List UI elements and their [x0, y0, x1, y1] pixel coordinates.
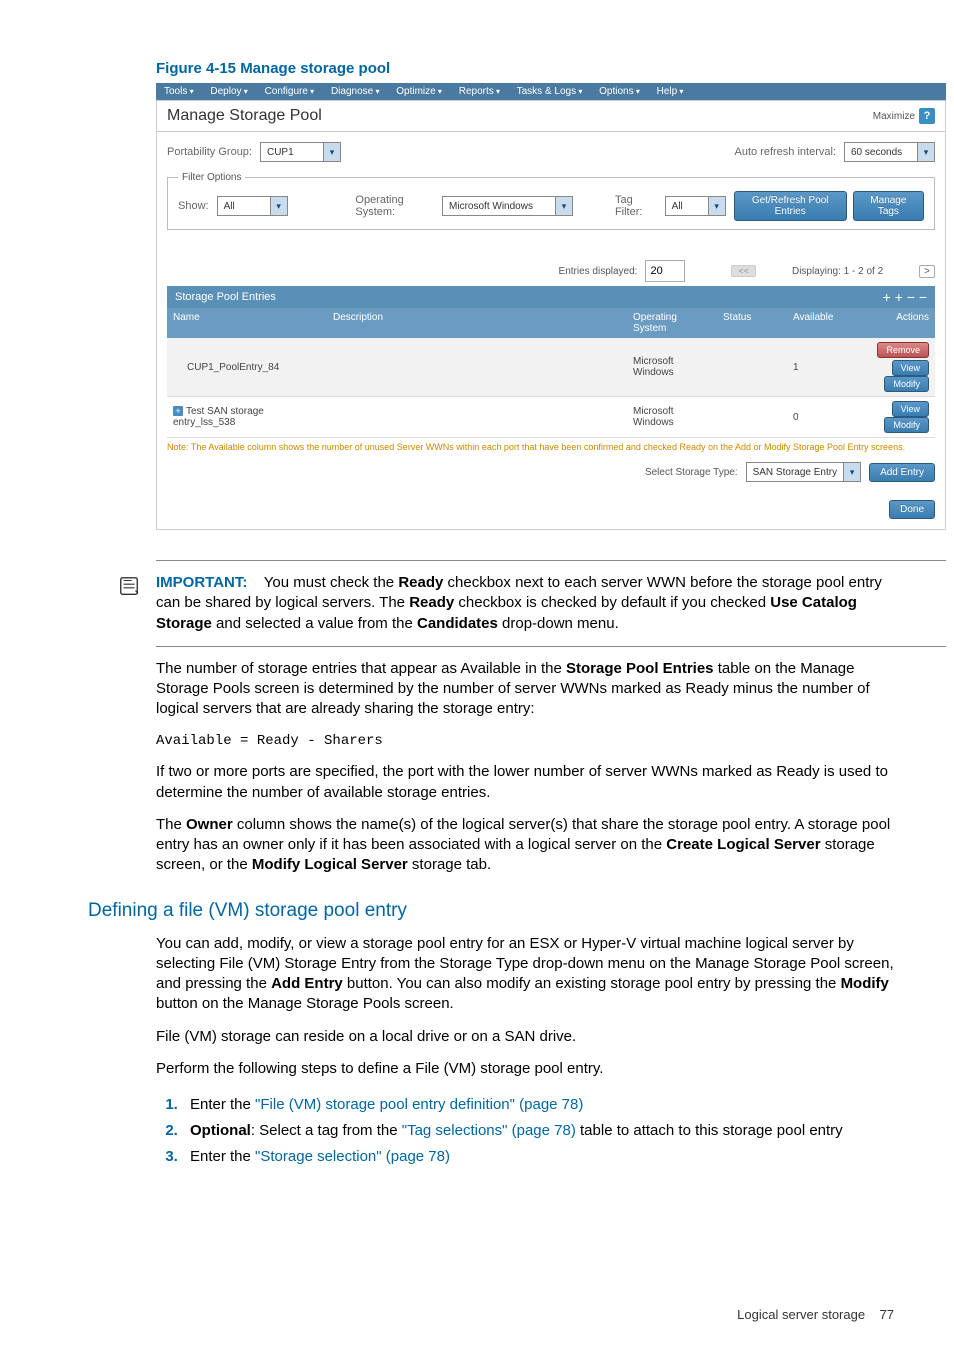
row-available: 1 [787, 358, 847, 377]
list-item: Enter the "File (VM) storage pool entry … [182, 1094, 924, 1116]
add-entry-button[interactable]: Add Entry [869, 463, 935, 482]
important-text: checkbox is checked by default if you ch… [454, 594, 770, 611]
menu-tools[interactable]: Tools [164, 86, 194, 97]
menu-help[interactable]: Help [657, 86, 684, 97]
nav-prev-disabled: << [731, 265, 756, 277]
menu-configure[interactable]: Configure [265, 86, 315, 97]
displaying-text: Displaying: 1 - 2 of 2 [792, 266, 883, 277]
modify-button[interactable]: Modify [884, 417, 929, 433]
cross-ref-link[interactable]: "Storage selection" (page 78) [255, 1148, 450, 1165]
figure-caption: Figure 4-15 Manage storage pool [156, 60, 924, 77]
divider [156, 560, 946, 561]
entries-displayed-label: Entries displayed: [559, 266, 638, 277]
view-button[interactable]: View [892, 401, 929, 417]
list-item: Optional: Select a tag from the "Tag sel… [182, 1120, 924, 1142]
chevron-down-icon: ▾ [843, 463, 860, 481]
note-text: Note: The Available column shows the num… [167, 442, 935, 452]
col-status: Status [717, 308, 787, 338]
grid-header: Name Description Operating System Status… [167, 308, 935, 338]
menu-tasks-logs[interactable]: Tasks & Logs [517, 86, 583, 97]
paragraph: If two or more ports are specified, the … [156, 762, 904, 803]
col-actions: Actions [847, 308, 935, 338]
portability-group-select[interactable]: CUP1 ▾ [260, 142, 341, 162]
tag-filter-label: Tag Filter: [615, 194, 657, 218]
remove-button[interactable]: Remove [877, 342, 929, 358]
nav-next[interactable]: > [919, 265, 935, 278]
entries-displayed-input[interactable] [645, 260, 685, 282]
important-text: You must check the [264, 574, 399, 591]
page-footer: Logical server storage 77 [30, 1307, 924, 1322]
cross-ref-link[interactable]: "Tag selections" (page 78) [402, 1122, 576, 1139]
paragraph: Perform the following steps to define a … [156, 1059, 904, 1079]
os-label: Operating System: [355, 194, 434, 218]
get-refresh-button[interactable]: Get/Refresh Pool Entries [734, 191, 847, 221]
tag-filter-select[interactable]: All ▾ [665, 196, 726, 216]
chevron-down-icon: ▾ [323, 143, 340, 161]
page-title: Manage Storage Pool [167, 107, 322, 125]
refresh-interval-label: Auto refresh interval: [735, 146, 837, 158]
paragraph: The number of storage entries that appea… [156, 659, 904, 720]
show-select[interactable]: All ▾ [217, 196, 288, 216]
filter-options-fieldset: Filter Options Show: All ▾ Operating Sys… [167, 172, 935, 230]
chevron-down-icon: ▾ [270, 197, 287, 215]
chevron-down-icon: ▾ [708, 197, 725, 215]
menu-deploy[interactable]: Deploy [210, 86, 247, 97]
storage-type-label: Select Storage Type: [645, 467, 738, 478]
chevron-down-icon: ▾ [917, 143, 934, 161]
important-text: and selected a value from the [212, 615, 417, 632]
row-name: CUP1_PoolEntry_84 [167, 358, 327, 377]
divider [156, 646, 946, 647]
important-text: Candidates [417, 615, 498, 632]
table-row: CUP1_PoolEntry_84 Microsoft Windows 1 Re… [167, 338, 935, 397]
menu-reports[interactable]: Reports [459, 86, 500, 97]
paragraph: The Owner column shows the name(s) of th… [156, 815, 904, 876]
cross-ref-link[interactable]: "File (VM) storage pool entry definition… [255, 1096, 583, 1113]
list-item: Enter the "Storage selection" (page 78) [182, 1146, 924, 1168]
help-icon[interactable]: ? [919, 108, 935, 124]
refresh-interval-select[interactable]: 60 seconds ▾ [844, 142, 935, 162]
view-button[interactable]: View [892, 360, 929, 376]
menu-options[interactable]: Options [599, 86, 640, 97]
section-heading: Defining a file (VM) storage pool entry [88, 900, 924, 922]
important-text: Ready [398, 574, 443, 591]
grid-expand-controls[interactable]: + + − − [883, 289, 927, 305]
important-label: IMPORTANT: [156, 574, 247, 591]
row-os: Microsoft Windows [627, 352, 717, 382]
portability-group-label: Portability Group: [167, 146, 252, 158]
table-row: +Test SAN storage entry_lss_538 Microsof… [167, 397, 935, 438]
chevron-down-icon: ▾ [555, 197, 572, 215]
app-screenshot: Tools Deploy Configure Diagnose Optimize… [156, 83, 946, 530]
col-os: Operating System [627, 308, 717, 338]
col-name: Name [167, 308, 327, 338]
paragraph: File (VM) storage can reside on a local … [156, 1027, 904, 1047]
menu-diagnose[interactable]: Diagnose [331, 86, 380, 97]
expand-icon[interactable]: + [173, 406, 183, 416]
code-formula: Available = Ready - Sharers [156, 732, 904, 751]
show-label: Show: [178, 200, 209, 212]
menu-optimize[interactable]: Optimize [396, 86, 442, 97]
paragraph: You can add, modify, or view a storage p… [156, 934, 904, 1015]
grid-title: Storage Pool Entries [175, 291, 276, 303]
menubar: Tools Deploy Configure Diagnose Optimize… [156, 83, 946, 100]
steps-list: Enter the "File (VM) storage pool entry … [156, 1094, 924, 1167]
modify-button[interactable]: Modify [884, 376, 929, 392]
important-text: Ready [409, 594, 454, 611]
row-name: +Test SAN storage entry_lss_538 [167, 402, 327, 432]
note-icon [118, 575, 140, 597]
os-select[interactable]: Microsoft Windows ▾ [442, 196, 573, 216]
manage-tags-button[interactable]: Manage Tags [853, 191, 924, 221]
col-available: Available [787, 308, 847, 338]
important-text: drop-down menu. [498, 615, 619, 632]
row-os: Microsoft Windows [627, 402, 717, 432]
filter-legend: Filter Options [178, 172, 245, 183]
maximize-link[interactable]: Maximize [873, 111, 915, 122]
col-description: Description [327, 308, 627, 338]
done-button[interactable]: Done [889, 500, 935, 519]
row-available: 0 [787, 408, 847, 427]
storage-type-select[interactable]: SAN Storage Entry ▾ [746, 462, 861, 482]
